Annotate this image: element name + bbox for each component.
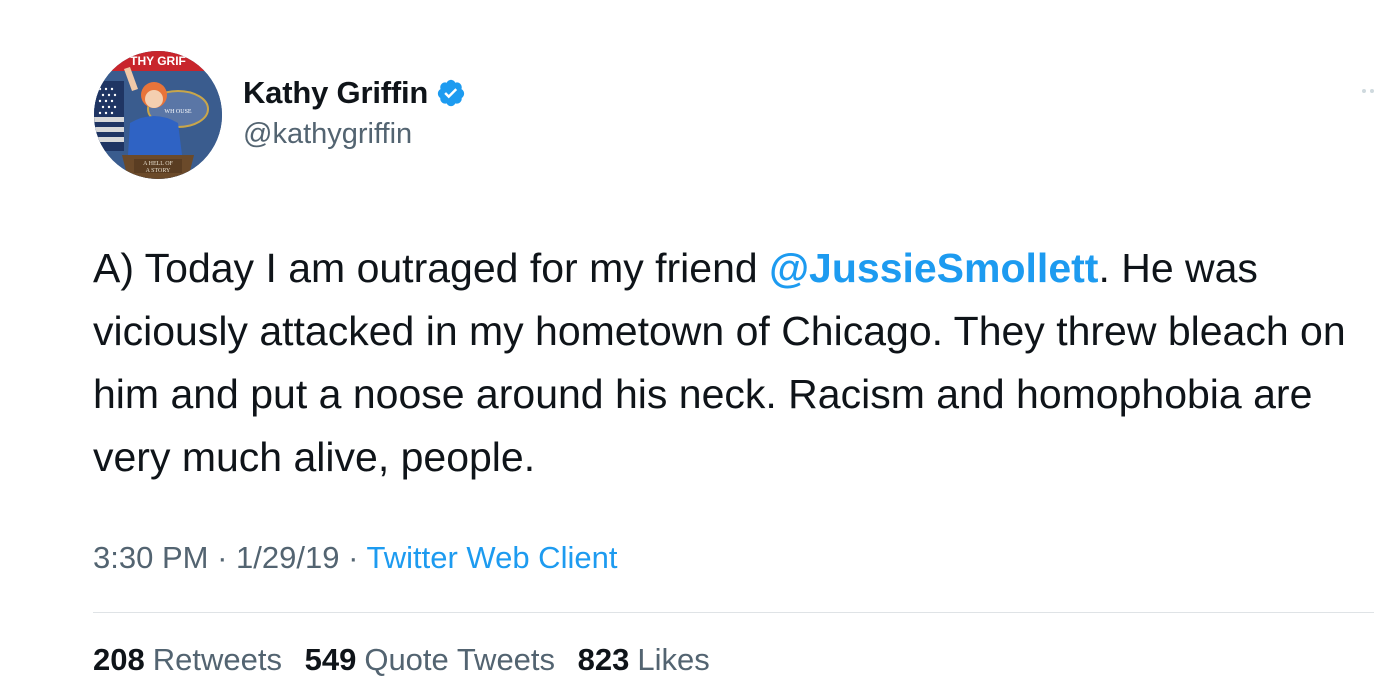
retweets-count: 208	[93, 642, 145, 677]
more-options-icon[interactable]	[1360, 84, 1374, 98]
retweets-label: Retweets	[152, 642, 282, 677]
author-display-name[interactable]: Kathy Griffin	[243, 75, 428, 111]
author-name-row: Kathy Griffin	[243, 72, 466, 114]
divider	[93, 612, 1374, 613]
author-block: Kathy Griffin @kathygriffin	[243, 72, 466, 151]
likes-stat[interactable]: 823 Likes	[578, 642, 710, 677]
avatar[interactable]: THY GRIF WH OUSE A HELL OF A STORY	[94, 51, 222, 179]
avatar-podium-text-2: A STORY	[146, 168, 171, 174]
meta-separator: ·	[348, 540, 359, 575]
likes-label: Likes	[637, 642, 710, 677]
avatar-podium-text-1: A HELL OF	[143, 161, 173, 167]
tweet-text-part-1: A) Today I am outraged for my friend	[93, 245, 770, 291]
quote-tweets-stat[interactable]: 549 Quote Tweets	[305, 642, 555, 677]
retweets-stat[interactable]: 208 Retweets	[93, 642, 282, 677]
quote-tweets-count: 549	[304, 642, 357, 677]
tweet-card: THY GRIF WH OUSE A HELL OF A STORY Kathy…	[0, 0, 1374, 696]
avatar-image: THY GRIF WH OUSE A HELL OF A STORY	[94, 51, 222, 179]
meta-separator: ·	[217, 540, 228, 575]
tweet-stats: 208 Retweets 549 Quote Tweets 823 Likes	[93, 642, 724, 678]
mention-link[interactable]: @JussieSmollett	[769, 245, 1098, 291]
likes-count: 823	[577, 642, 630, 677]
tweet-date[interactable]: 1/29/19	[236, 540, 339, 575]
tweet-client-link[interactable]: Twitter Web Client	[366, 540, 617, 575]
avatar-banner-text: THY GRIF	[130, 54, 186, 68]
quote-tweets-label: Quote Tweets	[364, 642, 556, 677]
tweet-time[interactable]: 3:30 PM	[93, 540, 208, 575]
verified-badge-icon	[436, 78, 466, 108]
tweet-text: A) Today I am outraged for my friend @Ju…	[93, 237, 1363, 489]
avatar-seal-text: WH OUSE	[164, 109, 191, 115]
author-handle[interactable]: @kathygriffin	[243, 118, 466, 151]
tweet-meta: 3:30 PM · 1/29/19 · Twitter Web Client	[93, 540, 617, 576]
